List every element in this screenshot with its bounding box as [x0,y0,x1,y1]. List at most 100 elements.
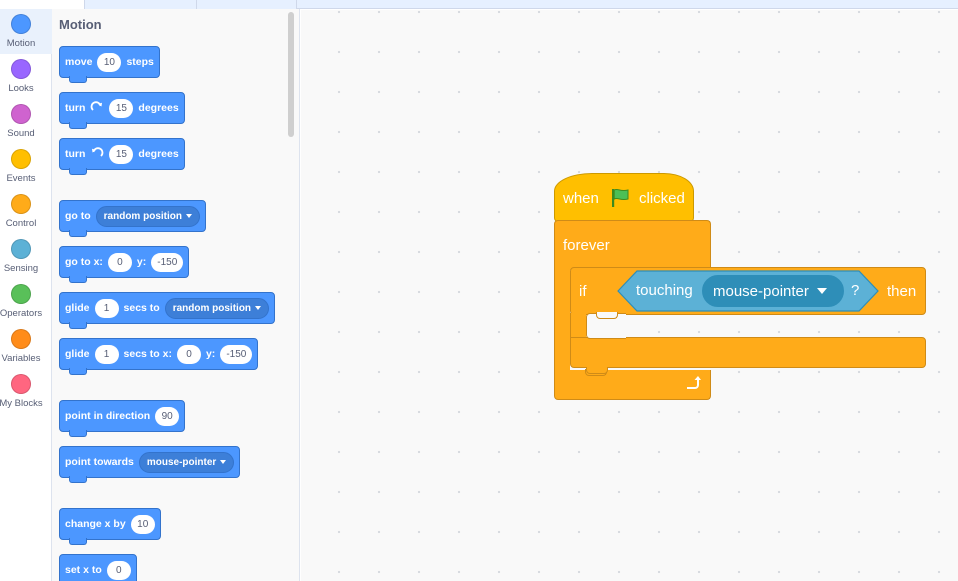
sensing-dot-icon [11,239,31,259]
y-input[interactable]: -150 [220,344,253,364]
degrees-input[interactable]: 15 [109,144,134,164]
tab-code[interactable] [0,0,85,9]
category-label: Control [5,218,37,229]
category-label: Variables [1,353,41,364]
block-text: degrees [138,102,179,114]
category-menu: Motion Looks Sound Events Control Sensin… [0,9,52,581]
category-looks[interactable]: Looks [0,54,52,99]
category-control[interactable]: Control [0,189,52,234]
block-text: y: [136,256,147,268]
x-input[interactable]: 0 [176,344,201,364]
tab-sounds[interactable] [197,0,297,9]
category-label: Sensing [3,263,39,274]
y-input[interactable]: -150 [151,252,184,272]
category-motion[interactable]: Motion [0,9,52,54]
rotate-left-icon [92,147,104,157]
palette-scrollbar[interactable] [288,12,294,137]
my-blocks-dot-icon [11,374,31,394]
block-text: touching [636,282,693,299]
dropdown-value: random position [172,302,252,314]
category-my-blocks[interactable]: My Blocks [0,369,52,414]
change-x-input[interactable]: 10 [130,514,155,534]
tab-costumes[interactable] [85,0,197,9]
repeat-arrow-icon [687,376,701,389]
block-text: point in direction [65,410,151,422]
block-text: secs to [123,302,160,314]
x-input[interactable]: 0 [107,252,132,272]
block-text: then [887,283,917,300]
if-block-arm [570,313,586,339]
category-label: My Blocks [0,398,43,409]
go-to-xy-block[interactable]: go to x: 0 y: -150 [59,246,190,283]
secs-input[interactable]: 1 [94,344,119,364]
point-towards-block[interactable]: point towards mouse-pointer [59,446,241,483]
goto-target-dropdown[interactable]: random position [95,205,200,227]
forever-block-arm [554,268,570,372]
category-label: Looks [8,83,34,94]
move-steps-block[interactable]: move 10 steps [59,46,160,83]
category-events[interactable]: Events [0,144,52,189]
block-text: degrees [138,148,179,160]
dropdown-value: random position [103,210,182,222]
glide-to-block[interactable]: glide 1 secs to random position [59,292,276,329]
scratch-editor: Motion Looks Sound Events Control Sensin… [0,0,958,581]
block-text: steps [126,56,154,68]
block-text: clicked [639,190,685,207]
touching-target-dropdown[interactable]: mouse-pointer [702,275,844,307]
go-to-block[interactable]: go to random position [59,200,206,237]
variables-dot-icon [11,329,31,349]
category-sound[interactable]: Sound [0,99,52,144]
block-text: turn [65,148,86,160]
sound-dot-icon [11,104,31,124]
change-x-block[interactable]: change x by 10 [59,508,161,545]
glide-to-xy-block[interactable]: glide 1 secs to x: 0 y: -150 [59,338,259,375]
editor-tab-bar [0,0,958,9]
set-x-input[interactable]: 0 [106,560,131,580]
rotate-right-icon [91,101,103,111]
category-operators[interactable]: Operators [0,279,52,324]
forever-block[interactable]: forever [554,220,711,270]
steps-input[interactable]: 10 [97,52,122,72]
block-notch [596,312,618,319]
block-text: when [563,190,599,207]
set-x-block[interactable]: set x to 0 [59,554,137,581]
direction-input[interactable]: 90 [155,406,180,426]
block-text: secs to x: [123,348,172,360]
block-text: move [65,56,93,68]
block-text: change x by [65,518,126,530]
green-flag-icon [612,188,629,207]
block-text: glide [65,302,90,314]
if-block-bottom[interactable] [570,337,926,368]
caret-down-icon [186,214,192,218]
towards-target-dropdown[interactable]: mouse-pointer [138,451,235,473]
block-text: point towards [65,456,134,468]
category-label: Events [6,173,36,184]
secs-input[interactable]: 1 [94,298,119,318]
category-variables[interactable]: Variables [0,324,52,369]
block-text: glide [65,348,90,360]
category-label: Operators [0,308,43,319]
point-in-direction-block[interactable]: point in direction 90 [59,400,186,437]
looks-dot-icon [11,59,31,79]
glide-target-dropdown[interactable]: random position [164,297,270,319]
caret-down-icon [255,306,262,310]
turn-left-block[interactable]: turn 15 degrees [59,138,185,175]
block-notch [586,367,608,374]
when-flag-clicked-block[interactable]: when clicked [554,173,694,228]
caret-down-icon [220,460,227,464]
dropdown-value: mouse-pointer [713,282,809,300]
category-label: Motion [6,38,36,49]
block-text: forever [563,237,610,254]
control-dot-icon [11,194,31,214]
block-text: go to [65,210,91,222]
block-text: if [579,283,587,300]
turn-right-block[interactable]: turn 15 degrees [59,92,185,129]
category-sensing[interactable]: Sensing [0,234,52,279]
block-text: go to x: [65,256,103,268]
operators-dot-icon [11,284,31,304]
caret-down-icon [816,288,827,294]
events-dot-icon [11,149,31,169]
category-label: Sound [7,128,35,139]
block-text: set x to [65,564,102,576]
degrees-input[interactable]: 15 [109,98,134,118]
